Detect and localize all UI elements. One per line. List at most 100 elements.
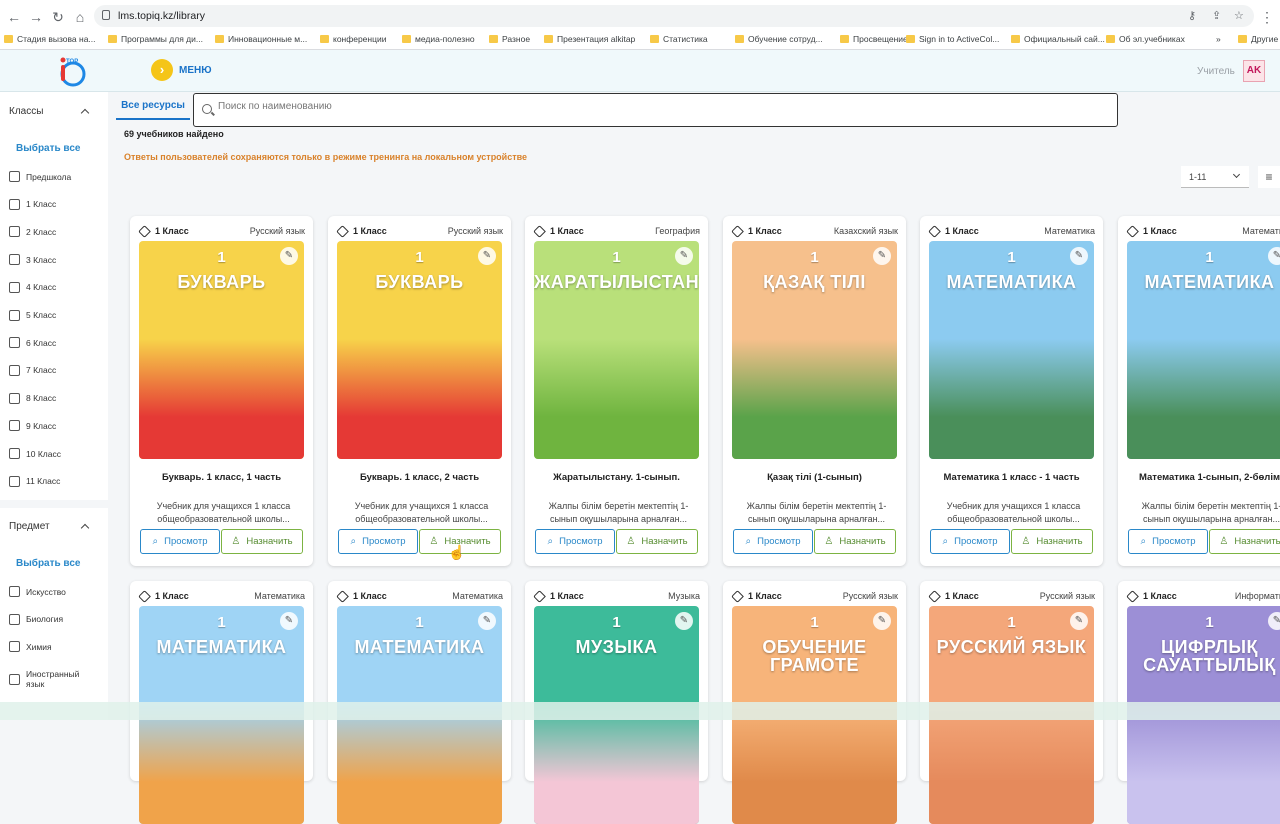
key-icon[interactable]: ⚷: [1188, 9, 1196, 22]
assign-button[interactable]: ♙ Назначить: [1209, 529, 1280, 554]
checkbox-icon[interactable]: [9, 475, 20, 487]
filter-checkbox[interactable]: 6 Класс: [9, 337, 56, 349]
filter-checkbox[interactable]: 11 Класс: [9, 475, 60, 487]
menu-button[interactable]: › МЕНЮ: [151, 59, 212, 81]
bookmark-item[interactable]: Стадия вызова на...: [4, 34, 96, 44]
book-cover[interactable]: 1 ЖАРАТЫЛЫСТАНУ ✎: [534, 241, 699, 459]
filter-checkbox[interactable]: Предшкола: [9, 171, 71, 182]
bookmark-item[interactable]: Об эл.учебниках: [1106, 34, 1185, 44]
checkbox-icon[interactable]: [9, 641, 20, 653]
checkbox-icon[interactable]: [9, 337, 20, 349]
view-button[interactable]: ⌕ Просмотр: [930, 529, 1010, 554]
bookmark-item[interactable]: медиа-полезно: [402, 34, 475, 44]
book-card[interactable]: 1 Класс Русский язык 1 ОБУЧЕНИЕ ГРАМОТЕ ✎: [723, 581, 906, 824]
checkbox-icon[interactable]: [9, 448, 20, 459]
assign-button[interactable]: ♙ Назначить: [616, 529, 698, 554]
pencil-icon[interactable]: ✎: [873, 247, 891, 265]
filter-checkbox[interactable]: Биология: [9, 613, 63, 625]
book-cover[interactable]: 1 ҚАЗАҚ ТІЛІ ✎: [732, 241, 897, 459]
bookmark-item[interactable]: Инновационные м...: [215, 34, 307, 44]
filter-checkbox[interactable]: 1 Класс: [9, 198, 56, 210]
checkbox-icon[interactable]: [9, 392, 20, 404]
home-icon[interactable]: ⌂: [72, 9, 88, 25]
reload-icon[interactable]: ↻: [50, 9, 66, 25]
avatar[interactable]: AK: [1243, 60, 1265, 82]
book-cover[interactable]: 1 БУКВАРЬ ✎: [139, 241, 304, 459]
search-box[interactable]: [193, 93, 1118, 127]
bookmark-item[interactable]: Обучение сотруд...: [735, 34, 823, 44]
back-icon[interactable]: ←: [6, 9, 22, 25]
checkbox-icon[interactable]: [9, 198, 20, 210]
subjects-select-all[interactable]: Выбрать все: [16, 558, 80, 569]
bookmark-item[interactable]: Презентация alkitap: [544, 34, 635, 44]
share-icon[interactable]: ⇪: [1212, 9, 1221, 22]
bookmark-item[interactable]: конференции: [320, 34, 386, 44]
checkbox-icon[interactable]: [9, 226, 20, 238]
bookmark-item[interactable]: Sign in to ActiveCol...: [906, 34, 999, 44]
view-button[interactable]: ⌕ Просмотр: [535, 529, 615, 554]
pagination-select[interactable]: 1-11: [1181, 166, 1249, 188]
checkbox-icon[interactable]: [9, 613, 20, 625]
book-card[interactable]: 1 Класс География 1 ЖАРАТЫЛЫСТАНУ ✎ Жаратылыс…: [525, 216, 708, 566]
book-card[interactable]: 1 КлассМатематика1МАТЕМАТИКА✎Математика …: [920, 216, 1103, 566]
view-button[interactable]: ⌕ Просмотр: [1128, 529, 1208, 554]
star-icon[interactable]: ☆: [1234, 9, 1244, 22]
checkbox-icon[interactable]: [9, 281, 20, 293]
filter-checkbox[interactable]: 8 Класс: [9, 392, 56, 404]
assign-button[interactable]: ♙ Назначить: [1011, 529, 1093, 554]
pencil-icon[interactable]: ✎: [478, 612, 496, 630]
assign-button[interactable]: ♙ Назначить: [221, 529, 303, 554]
forward-icon[interactable]: →: [28, 9, 44, 25]
checkbox-icon[interactable]: [9, 171, 20, 182]
pencil-icon[interactable]: ✎: [1070, 612, 1088, 630]
view-button[interactable]: ⌕ Просмотр: [733, 529, 813, 554]
pencil-icon[interactable]: ✎: [280, 247, 298, 265]
book-cover[interactable]: 1 МАТЕМАТИКА ✎: [929, 241, 1094, 459]
pencil-icon[interactable]: ✎: [1268, 247, 1280, 265]
assign-button[interactable]: ♙ Назначить: [814, 529, 896, 554]
pencil-icon[interactable]: ✎: [1268, 612, 1280, 630]
checkbox-icon[interactable]: [9, 673, 20, 685]
bookmark-item[interactable]: Статистика: [650, 34, 708, 44]
pencil-icon[interactable]: ✎: [873, 612, 891, 630]
book-card[interactable]: 1 Класс Информатика 1 ЦИФРЛЫҚ САУАТТЫЛЫҚ ✎: [1118, 581, 1280, 824]
pencil-icon[interactable]: ✎: [478, 247, 496, 265]
book-cover[interactable]: 1 МАТЕМАТИКА ✎: [1127, 241, 1280, 459]
book-card[interactable]: 1 Класс Русский язык 1 БУКВАРЬ ✎ Букварь. 1 к…: [130, 216, 313, 566]
filter-checkbox[interactable]: 2 Класс: [9, 226, 56, 238]
filter-checkbox[interactable]: 9 Класс: [9, 420, 56, 432]
browser-menu-icon[interactable]: ⋮: [1259, 9, 1275, 25]
filter-checkbox[interactable]: Искусство: [9, 586, 66, 597]
book-card[interactable]: 1 Класс Русский язык 1 БУКВАРЬ ✎ Букварь. 1 к…: [328, 216, 511, 566]
view-button[interactable]: ⌕ Просмотр: [338, 529, 418, 554]
bookmark-item[interactable]: Другие: [1238, 34, 1278, 44]
book-card[interactable]: 1 Класс Математика 1 МАТЕМАТИКА ✎: [130, 581, 313, 824]
filter-checkbox[interactable]: Иностранный язык: [9, 669, 88, 689]
book-card[interactable]: 1 Класс Математика 1 МАТЕМАТИКА ✎: [328, 581, 511, 824]
filter-checkbox[interactable]: 7 Класс: [9, 364, 56, 376]
bookmark-item[interactable]: Разное: [489, 34, 530, 44]
bookmark-item[interactable]: Официальный сай...: [1011, 34, 1105, 44]
checkbox-icon[interactable]: [9, 364, 20, 376]
filter-checkbox[interactable]: Химия: [9, 641, 52, 653]
filter-checkbox[interactable]: 5 Класс: [9, 309, 56, 321]
checkbox-icon[interactable]: [9, 254, 20, 266]
book-card[interactable]: 1 Класс Русский язык 1 РУССКИЙ ЯЗЫК ✎: [920, 581, 1103, 824]
bookmark-item[interactable]: Программы для ди...: [108, 34, 203, 44]
chevron-up-icon[interactable]: [80, 108, 90, 118]
pencil-icon[interactable]: ✎: [675, 247, 693, 265]
bookmarks-more-icon[interactable]: »: [1216, 34, 1221, 44]
bookmark-item[interactable]: Просвещение: [840, 34, 908, 44]
checkbox-icon[interactable]: [9, 309, 20, 321]
book-card[interactable]: 1 КлассМатематика1МАТЕМАТИКА✎Математика …: [1118, 216, 1280, 566]
pencil-icon[interactable]: ✎: [1070, 247, 1088, 265]
pencil-icon[interactable]: ✎: [280, 612, 298, 630]
list-view-icon[interactable]: ≡: [1258, 166, 1280, 188]
address-bar[interactable]: lms.topiq.kz/library ⚷ ⇪ ☆: [94, 5, 1254, 27]
pencil-icon[interactable]: ✎: [675, 612, 693, 630]
view-button[interactable]: ⌕ Просмотр: [140, 529, 220, 554]
classes-select-all[interactable]: Выбрать все: [16, 143, 80, 154]
search-input[interactable]: [218, 101, 1098, 112]
filter-checkbox[interactable]: 10 Класс: [9, 448, 61, 459]
filter-checkbox[interactable]: 4 Класс: [9, 281, 56, 293]
